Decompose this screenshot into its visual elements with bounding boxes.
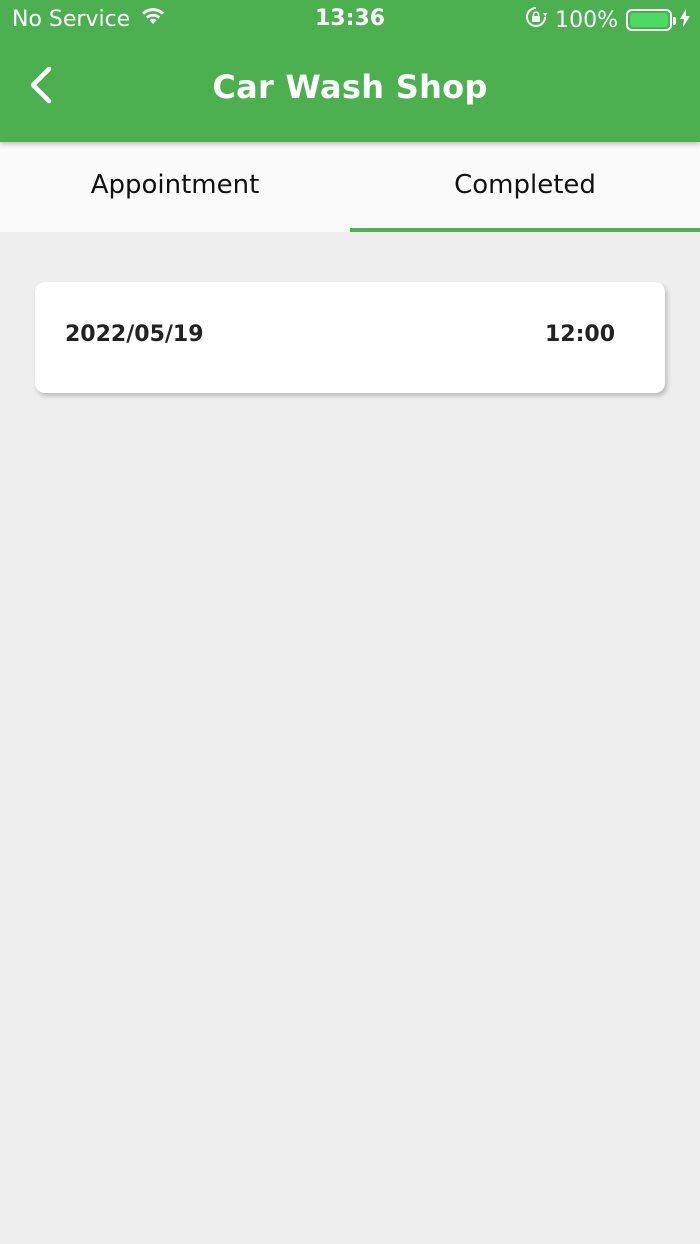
page-title: Car Wash Shop (212, 68, 488, 106)
battery-fill (630, 13, 668, 27)
charging-icon (680, 8, 690, 33)
status-right: 100% (525, 6, 690, 34)
nav-bar: Car Wash Shop (0, 40, 700, 142)
tab-appointment[interactable]: Appointment (0, 142, 350, 232)
record-time: 12:00 (544, 322, 615, 347)
app-header: No Service 13:36 100% Car Wash Shop (0, 0, 700, 142)
list-item[interactable]: 2022/05/19 12:00 (35, 282, 665, 393)
battery-tip (673, 17, 676, 25)
status-bar: No Service 13:36 100% (0, 0, 700, 40)
screen: No Service 13:36 100% Car Wash Shop Appo… (0, 0, 700, 1244)
tab-appointment-label: Appointment (90, 170, 260, 200)
orientation-lock-icon (525, 6, 548, 34)
battery-icon (626, 9, 676, 31)
battery-percent: 100% (555, 7, 618, 33)
tab-completed-label: Completed (454, 170, 596, 200)
completed-list: 2022/05/19 12:00 (35, 282, 665, 393)
record-date: 2022/05/19 (65, 322, 204, 347)
tab-completed[interactable]: Completed (350, 142, 700, 232)
tab-bar: Appointment Completed (0, 142, 700, 232)
